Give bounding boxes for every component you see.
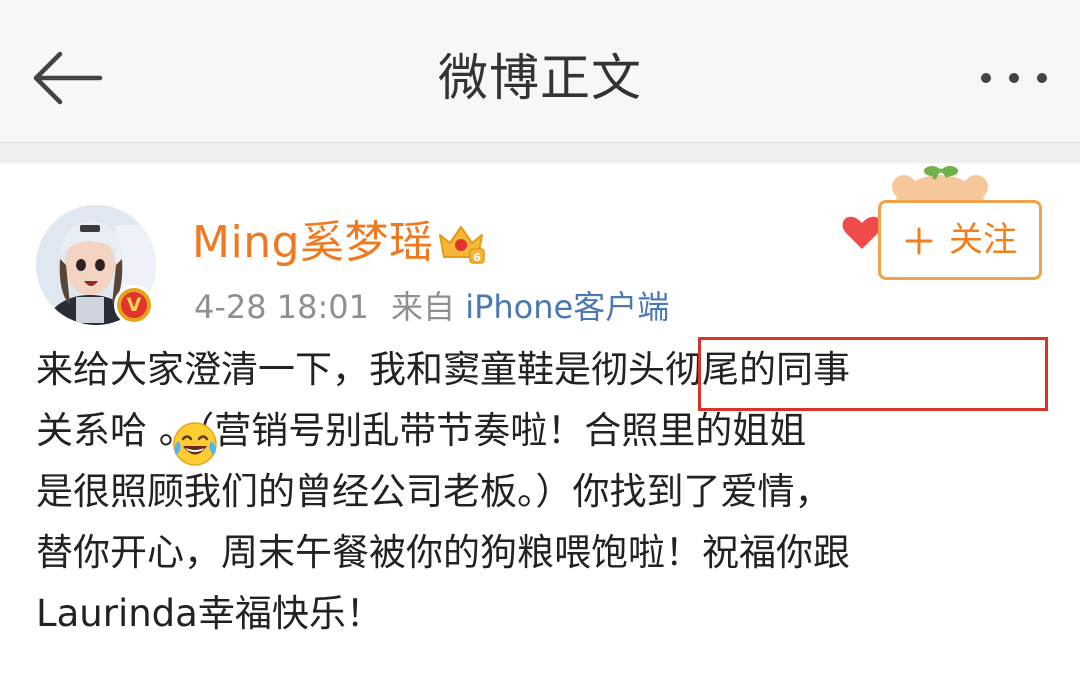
weibo-post-card: V Ming奚梦瑶 6 4-28 18:01 来自 iPhone客户端 关注 来… bbox=[0, 163, 1080, 696]
post-line: Laurinda幸福快乐！ bbox=[36, 592, 383, 635]
follow-button[interactable]: 关注 bbox=[878, 200, 1042, 280]
post-line: 替你开心，周末午餐被你的狗粮喂饱啦！祝福你跟 bbox=[36, 531, 850, 574]
verified-badge: V bbox=[114, 285, 154, 325]
svg-text:6: 6 bbox=[473, 251, 481, 264]
ellipsis-icon bbox=[981, 73, 1047, 83]
post-line: 是很照顾我们的曾经公司老板。）你找到了爱情， bbox=[36, 470, 832, 513]
laughing-tears-emoji-icon bbox=[170, 419, 220, 469]
plus-icon bbox=[905, 227, 933, 255]
post-meta: 4-28 18:01 来自 iPhone客户端 bbox=[194, 285, 669, 329]
more-options-button[interactable] bbox=[972, 58, 1056, 98]
verified-v-label: V bbox=[121, 292, 147, 318]
post-source[interactable]: iPhone客户端 bbox=[465, 288, 669, 326]
highlight-box bbox=[698, 337, 1048, 411]
source-prefix: 来自 bbox=[391, 288, 456, 326]
post-time: 4-28 18:01 bbox=[194, 288, 370, 326]
page-title: 微博正文 bbox=[438, 49, 642, 107]
author-name[interactable]: Ming奚梦瑶 bbox=[192, 215, 434, 271]
top-navigation-bar: 微博正文 bbox=[0, 0, 1080, 143]
follow-label: 关注 bbox=[949, 220, 1017, 260]
section-divider bbox=[0, 143, 1080, 163]
crown-vip-icon[interactable]: 6 bbox=[436, 219, 486, 265]
